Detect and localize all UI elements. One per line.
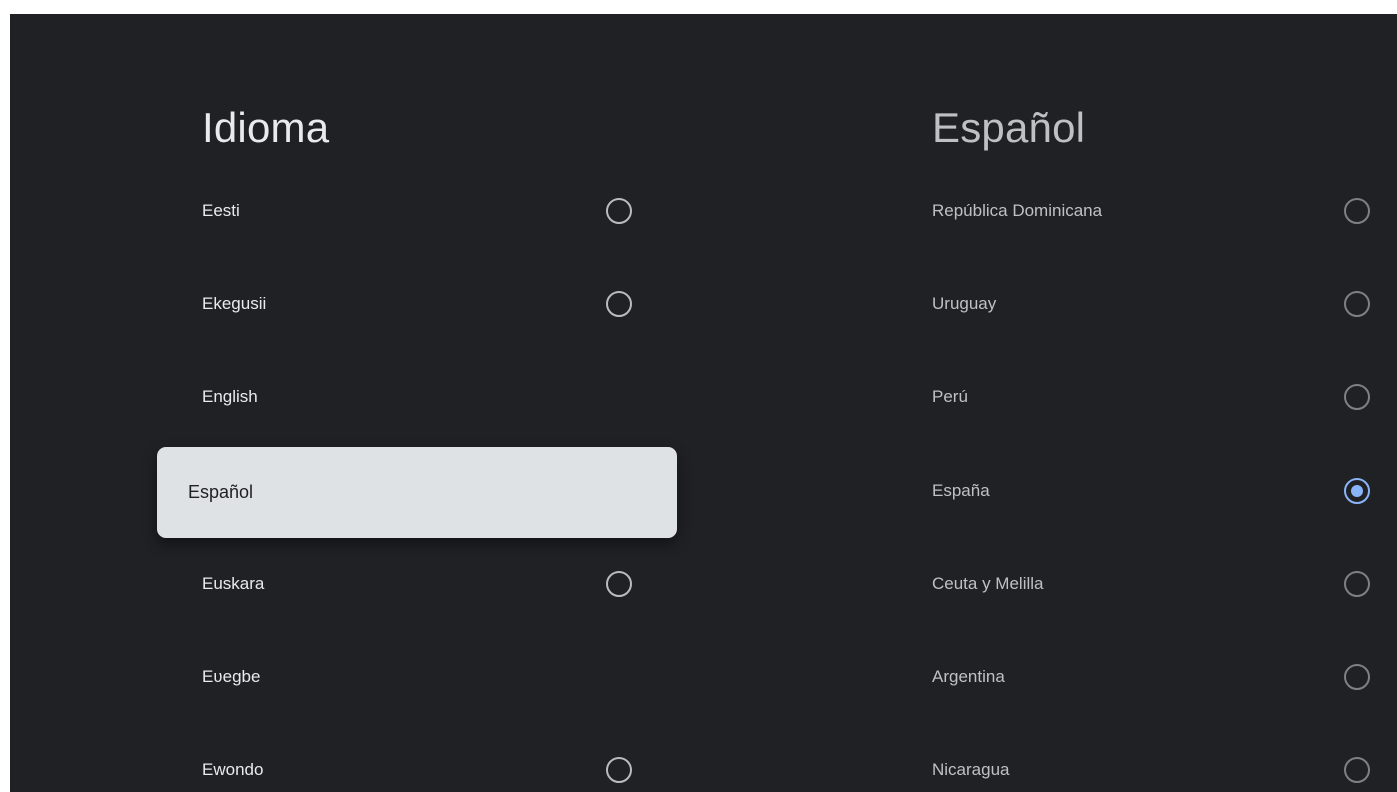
region-item-nicaragua[interactable]: Nicaragua bbox=[932, 745, 1372, 792]
region-item-label: Uruguay bbox=[932, 294, 997, 313]
region-item-label: Argentina bbox=[932, 667, 1005, 686]
language-item-label: Eʋegbe bbox=[202, 667, 261, 686]
radio-button-selected-icon[interactable] bbox=[1344, 478, 1370, 504]
language-item-label: Ekegusii bbox=[202, 294, 267, 313]
radio-button-unselected-icon[interactable] bbox=[606, 198, 632, 224]
radio-button-unselected-icon[interactable] bbox=[1344, 291, 1370, 317]
region-item-label: República Dominicana bbox=[932, 201, 1103, 220]
language-item-euskara[interactable]: Euskara bbox=[202, 559, 632, 609]
region-item-republica-dominicana[interactable]: República Dominicana bbox=[932, 186, 1372, 236]
language-item-ekegusii[interactable]: Ekegusii bbox=[202, 279, 632, 329]
language-item-label: Euskara bbox=[202, 574, 265, 593]
language-item-label: Español bbox=[188, 482, 254, 502]
region-item-label: España bbox=[932, 481, 990, 500]
radio-button-unselected-icon[interactable] bbox=[1344, 571, 1370, 597]
radio-button-unselected-icon[interactable] bbox=[1344, 198, 1370, 224]
language-item-english[interactable]: English bbox=[202, 372, 632, 422]
language-item-evegbe[interactable]: Eʋegbe bbox=[202, 652, 632, 702]
language-item-label: English bbox=[202, 387, 258, 406]
language-item-ewondo[interactable]: Ewondo bbox=[202, 745, 632, 792]
radio-button-unselected-icon[interactable] bbox=[1344, 757, 1370, 783]
region-item-uruguay[interactable]: Uruguay bbox=[932, 279, 1372, 329]
radio-button-unselected-icon[interactable] bbox=[1344, 384, 1370, 410]
region-item-label: Ceuta y Melilla bbox=[932, 574, 1044, 593]
language-panel-title: Idioma bbox=[202, 104, 330, 151]
region-item-ceuta-y-melilla[interactable]: Ceuta y Melilla bbox=[932, 559, 1372, 609]
language-item-label: Ewondo bbox=[202, 760, 264, 779]
radio-button-unselected-icon[interactable] bbox=[606, 757, 632, 783]
language-item-espanol-focused[interactable]: Español bbox=[157, 447, 677, 538]
region-item-label: Nicaragua bbox=[932, 760, 1010, 779]
region-item-espana[interactable]: España bbox=[932, 466, 1372, 516]
tv-settings-screen: Idioma Eesti Ekegusii English Español Eu… bbox=[10, 14, 1397, 792]
language-item-label: Eesti bbox=[202, 201, 240, 220]
region-item-peru[interactable]: Perú bbox=[932, 372, 1372, 422]
region-item-argentina[interactable]: Argentina bbox=[932, 652, 1372, 702]
radio-button-unselected-icon[interactable] bbox=[1344, 664, 1370, 690]
language-item-eesti[interactable]: Eesti bbox=[202, 186, 632, 236]
region-panel-title: Español bbox=[932, 104, 1086, 151]
radio-button-unselected-icon[interactable] bbox=[606, 571, 632, 597]
region-item-label: Perú bbox=[932, 387, 968, 406]
radio-button-unselected-icon[interactable] bbox=[606, 291, 632, 317]
